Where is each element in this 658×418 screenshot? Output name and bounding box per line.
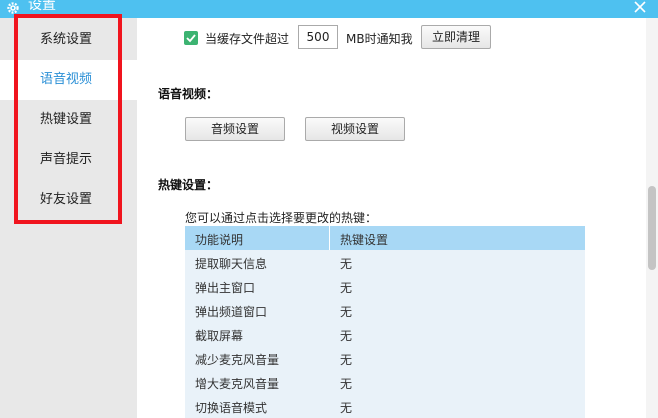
title-bar: 设置 xyxy=(0,0,658,18)
settings-sidebar: 系统设置 语音视频 热键设置 声音提示 好友设置 xyxy=(0,18,137,418)
column-header-hotkey: 热键设置 xyxy=(340,233,389,247)
sidebar-item-friends[interactable]: 好友设置 xyxy=(0,180,137,220)
sidebar-item-label: 语音视频 xyxy=(40,72,93,87)
cache-notify-checkbox[interactable] xyxy=(184,31,198,45)
sidebar-item-label: 好友设置 xyxy=(40,192,93,207)
table-header: 功能说明 热键设置 xyxy=(185,226,585,250)
hotkey-value[interactable]: 无 xyxy=(340,399,352,416)
table-row[interactable]: 截取屏幕 无 xyxy=(185,322,585,346)
voice-video-section-title: 语音视频： xyxy=(158,87,219,101)
hotkey-function: 弹出主窗口 xyxy=(195,281,256,295)
hotkey-function: 增大麦克风音量 xyxy=(195,377,280,391)
column-header-function: 功能说明 xyxy=(195,233,244,247)
hotkey-value[interactable]: 无 xyxy=(340,279,352,296)
hotkey-value[interactable]: 无 xyxy=(340,255,352,272)
cache-label-before: 当缓存文件超过 xyxy=(205,32,290,46)
hotkey-function: 切换语音模式 xyxy=(195,401,268,415)
hotkeys-section-title: 热键设置： xyxy=(158,178,219,192)
scrollbar-thumb[interactable] xyxy=(648,186,656,270)
hotkey-function: 截取屏幕 xyxy=(195,329,244,343)
table-row[interactable]: 弹出主窗口 无 xyxy=(185,274,585,298)
table-row[interactable]: 增大麦克风音量 无 xyxy=(185,370,585,394)
table-row[interactable]: 提取聊天信息 无 xyxy=(185,250,585,274)
table-row[interactable]: 切换语音模式 无 xyxy=(185,394,585,418)
sidebar-item-hotkeys[interactable]: 热键设置 xyxy=(0,100,137,140)
table-body: 提取聊天信息 无 弹出主窗口 无 弹出频道窗口 无 截取屏幕 无 减少麦克风音量… xyxy=(185,250,585,418)
table-row[interactable]: 减少麦克风音量 无 xyxy=(185,346,585,370)
hotkey-value[interactable]: 无 xyxy=(340,327,352,344)
audio-settings-button[interactable]: 音频设置 xyxy=(185,117,285,141)
cache-size-input[interactable] xyxy=(298,25,338,49)
sidebar-item-label: 系统设置 xyxy=(40,32,93,47)
window-title: 设置 xyxy=(28,0,56,13)
sidebar-item-sound[interactable]: 声音提示 xyxy=(0,140,137,180)
video-settings-button[interactable]: 视频设置 xyxy=(305,117,405,141)
hotkey-function: 弹出频道窗口 xyxy=(195,305,268,319)
hotkey-function: 提取聊天信息 xyxy=(195,257,268,271)
cache-label-after: MB时通知我 xyxy=(346,32,413,46)
hotkey-function: 减少麦克风音量 xyxy=(195,353,280,367)
hotkey-value[interactable]: 无 xyxy=(340,303,352,320)
column-divider xyxy=(329,226,330,250)
sidebar-item-voice-video[interactable]: 语音视频 xyxy=(0,60,137,100)
hotkeys-hint: 您可以通过点击选择要更改的热键： xyxy=(185,211,378,225)
sidebar-item-label: 声音提示 xyxy=(40,152,93,167)
checkmark-icon xyxy=(186,34,196,43)
hotkey-value[interactable]: 无 xyxy=(340,375,352,392)
table-row[interactable]: 弹出频道窗口 无 xyxy=(185,298,585,322)
gear-icon xyxy=(7,2,19,14)
sidebar-item-label: 热键设置 xyxy=(40,112,93,127)
close-icon[interactable] xyxy=(632,0,648,15)
sidebar-item-system[interactable]: 系统设置 xyxy=(0,20,137,60)
hotkey-value[interactable]: 无 xyxy=(340,351,352,368)
clear-cache-button[interactable]: 立即清理 xyxy=(421,25,491,49)
